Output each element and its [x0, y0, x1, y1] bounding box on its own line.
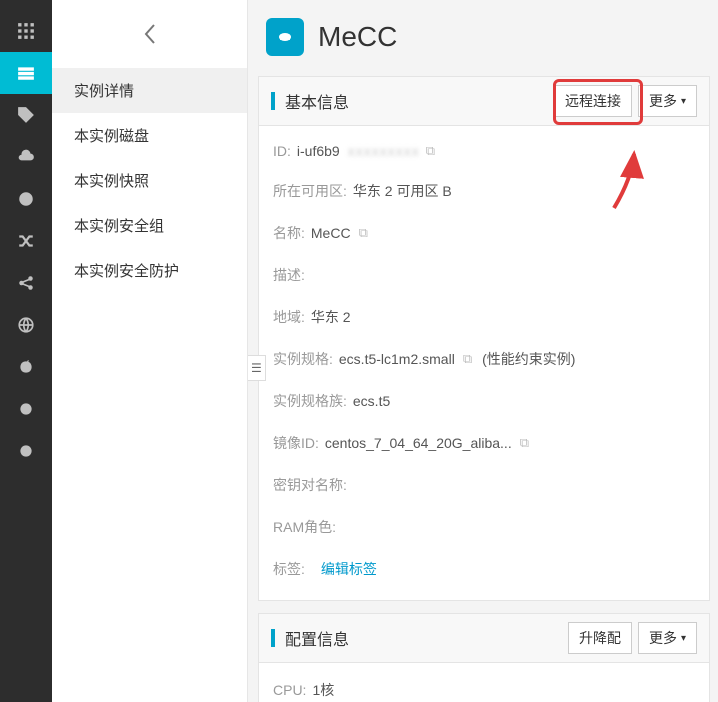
sidebar-item-disk[interactable]: 本实例磁盘 — [52, 113, 247, 158]
config-info-body: CPU: 1核 — [259, 663, 709, 702]
id-value: i-uf6b9 — [297, 143, 340, 159]
sidebar-item-snapshot[interactable]: 本实例快照 — [52, 158, 247, 203]
copy-icon[interactable]: ⧉ — [463, 351, 472, 367]
spec-label: 实例规格: — [273, 349, 333, 369]
edit-tag-link[interactable]: 编辑标签 — [321, 559, 377, 579]
row-id: ID: i-uf6b9 xxxxxxxxx ⧉ — [273, 132, 695, 170]
name-value: MeCC — [311, 225, 351, 241]
rail-dot2-icon[interactable] — [0, 430, 52, 472]
rail-cloud-icon[interactable] — [0, 136, 52, 178]
rail-tag-icon[interactable] — [0, 94, 52, 136]
basic-info-body: ID: i-uf6b9 xxxxxxxxx ⧉ 所在可用区: 华东 2 可用区 … — [259, 126, 709, 600]
copy-icon[interactable]: ⧉ — [426, 143, 435, 159]
back-button[interactable] — [52, 0, 247, 68]
row-specfam: 实例规格族: ecs.t5 — [273, 380, 695, 422]
rail-dot1-icon[interactable] — [0, 388, 52, 430]
rail-ecs-icon[interactable] — [0, 52, 52, 94]
spec-value: ecs.t5-lc1m2.small — [339, 351, 455, 367]
row-keypair: 密钥对名称: — [273, 464, 695, 506]
sidebar-item-label: 本实例安全防护 — [74, 263, 179, 280]
rail-apps-icon[interactable] — [0, 10, 52, 52]
row-region: 地域: 华东 2 — [273, 296, 695, 338]
id-label: ID: — [273, 143, 291, 159]
basic-info-title: 基本信息 — [285, 89, 548, 113]
rail-share-icon[interactable] — [0, 262, 52, 304]
sidebar-item-label: 本实例快照 — [74, 173, 149, 190]
main-content: ☰ MeCC 基本信息 远程连接 更多▾ ID: i-uf6b9 xxxxxxx… — [248, 0, 718, 702]
collapse-handle[interactable]: ☰ — [248, 355, 266, 381]
region-label: 地域: — [273, 307, 305, 327]
page-header: MeCC — [258, 18, 710, 56]
row-image: 镜像ID: centos_7_04_64_20G_aliba... ⧉ — [273, 422, 695, 464]
upgrade-button[interactable]: 升降配 — [568, 622, 632, 654]
caret-down-icon: ▾ — [681, 96, 686, 107]
cpu-label: CPU: — [273, 682, 306, 698]
remote-connect-button[interactable]: 远程连接 — [554, 85, 632, 117]
sidebar-item-label: 本实例安全组 — [74, 218, 164, 235]
rail-shuffle-icon[interactable] — [0, 220, 52, 262]
row-spec: 实例规格: ecs.t5-lc1m2.small ⧉ (性能约束实例) — [273, 338, 695, 380]
desc-label: 描述: — [273, 265, 305, 285]
keypair-label: 密钥对名称: — [273, 475, 347, 495]
rail-globe-icon[interactable] — [0, 304, 52, 346]
sidebar-item-security[interactable]: 本实例安全防护 — [52, 248, 247, 293]
row-cpu: CPU: 1核 — [273, 669, 695, 702]
row-tag: 标签: 编辑标签 — [273, 548, 695, 590]
row-ramrole: RAM角色: — [273, 506, 695, 548]
row-name: 名称: MeCC ⧉ — [273, 212, 695, 254]
title-bar-accent — [271, 92, 275, 110]
more-button[interactable]: 更多▾ — [638, 622, 697, 654]
specfam-value: ecs.t5 — [353, 393, 390, 409]
zone-value: 华东 2 可用区 B — [353, 181, 452, 201]
image-value: centos_7_04_64_20G_aliba... — [325, 435, 512, 451]
config-info-title: 配置信息 — [285, 626, 562, 650]
zone-label: 所在可用区: — [273, 181, 347, 201]
sidebar-item-secgroup[interactable]: 本实例安全组 — [52, 203, 247, 248]
region-value: 华东 2 — [311, 307, 351, 327]
instance-logo-icon — [266, 18, 304, 56]
ramrole-label: RAM角色: — [273, 517, 336, 537]
sidebar-item-label: 实例详情 — [74, 83, 134, 100]
sidebar-item-label: 本实例磁盘 — [74, 128, 149, 145]
specfam-label: 实例规格族: — [273, 391, 347, 411]
name-label: 名称: — [273, 223, 305, 243]
copy-icon[interactable]: ⧉ — [520, 435, 529, 451]
rail-apple-icon[interactable] — [0, 346, 52, 388]
caret-down-icon: ▾ — [681, 633, 686, 644]
cpu-value: 1核 — [312, 680, 334, 700]
more-button[interactable]: 更多▾ — [638, 85, 697, 117]
rail-cloud2-icon[interactable] — [0, 178, 52, 220]
image-label: 镜像ID: — [273, 433, 319, 453]
basic-info-head: 基本信息 远程连接 更多▾ — [259, 77, 709, 126]
sidebar-item-instance-detail[interactable]: 实例详情 — [52, 68, 247, 113]
id-value-redacted: xxxxxxxxx — [348, 143, 420, 159]
tag-label: 标签: — [273, 559, 305, 579]
title-bar-accent — [271, 629, 275, 647]
page-title: MeCC — [318, 21, 397, 53]
row-desc: 描述: — [273, 254, 695, 296]
row-zone: 所在可用区: 华东 2 可用区 B — [273, 170, 695, 212]
copy-icon[interactable]: ⧉ — [359, 225, 368, 241]
config-info-panel: 配置信息 升降配 更多▾ CPU: 1核 — [258, 613, 710, 702]
icon-rail — [0, 0, 52, 702]
basic-info-panel: 基本信息 远程连接 更多▾ ID: i-uf6b9 xxxxxxxxx ⧉ 所在… — [258, 76, 710, 601]
sidebar: 实例详情 本实例磁盘 本实例快照 本实例安全组 本实例安全防护 — [52, 0, 248, 702]
spec-after: (性能约束实例) — [482, 349, 575, 369]
config-info-head: 配置信息 升降配 更多▾ — [259, 614, 709, 663]
